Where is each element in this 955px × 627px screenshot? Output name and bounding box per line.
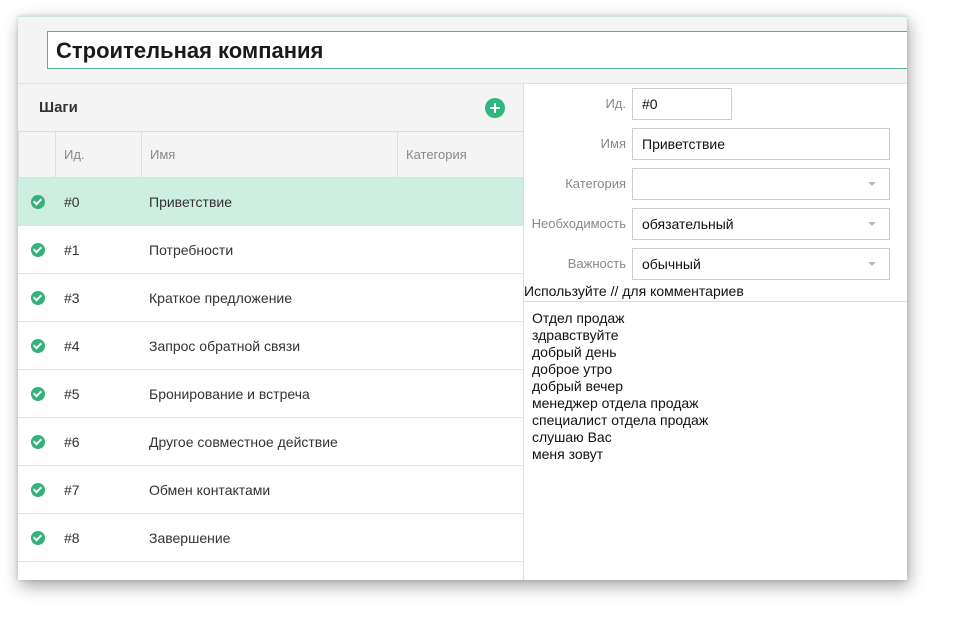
column-category[interactable]: Категория: [397, 132, 523, 178]
column-name[interactable]: Имя: [141, 132, 397, 178]
necessity-label: Необходимость: [531, 216, 626, 231]
name-field[interactable]: Приветствие: [632, 128, 890, 160]
row-id: #7: [64, 482, 80, 498]
table-row[interactable]: #7 Обмен контактами: [18, 466, 523, 514]
page-title: Строительная компания: [56, 38, 324, 63]
name-label: Имя: [600, 136, 626, 151]
table-row[interactable]: #4 Запрос обратной связи: [18, 322, 523, 370]
row-name: Потребности: [149, 242, 234, 258]
table-row[interactable]: #5 Бронирование и встреча: [18, 370, 523, 418]
phrase-line: специалист отдела продаж: [532, 412, 709, 428]
header: Строительная компания: [18, 17, 907, 84]
row-name: Завершение: [149, 530, 231, 546]
id-field[interactable]: #0: [632, 88, 732, 120]
add-step-button[interactable]: [485, 98, 505, 118]
check-circle-icon: [31, 435, 45, 449]
phrase-line: здравствуйте: [532, 327, 619, 343]
step-details-panel: Ид. #0 Имя Приветствие Категория Необход…: [524, 84, 907, 580]
row-id: #4: [64, 338, 80, 354]
app-window: Строительная компания Шаги Ид. Имя Катег…: [18, 16, 907, 580]
title-input[interactable]: Строительная компания: [47, 31, 907, 69]
row-name: Приветствие: [149, 194, 232, 210]
phrase-line: меня зовут: [532, 446, 604, 462]
phrase-line: добрый день: [532, 344, 617, 360]
necessity-select[interactable]: обязательный: [632, 208, 890, 240]
form-row-name: Имя Приветствие: [524, 128, 907, 160]
phrase-line: доброе утро: [532, 361, 613, 377]
steps-title: Шаги: [39, 99, 78, 116]
row-id: #8: [64, 530, 80, 546]
row-name: Запрос обратной связи: [149, 338, 301, 354]
steps-table-body: #0 Приветствие #1 Потребности #3 Краткое пред…: [18, 178, 523, 562]
row-name: Обмен контактами: [149, 482, 271, 498]
category-select[interactable]: [632, 168, 890, 200]
check-circle-icon: [31, 291, 45, 305]
chevron-down-icon: [868, 262, 876, 266]
form-row-id: Ид. #0: [524, 88, 907, 120]
check-circle-icon: [31, 195, 45, 209]
category-label: Категория: [565, 176, 626, 191]
form-row-necessity: Необходимость обязательный: [524, 208, 907, 240]
check-circle-icon: [31, 243, 45, 257]
steps-table-header: Ид. Имя Категория: [18, 131, 523, 178]
phrases-textarea[interactable]: Отдел продаж здравствуйте добрый день добро…: [524, 301, 907, 580]
row-name: Краткое предложение: [149, 290, 293, 306]
importance-label: Важность: [567, 256, 626, 271]
row-id: #1: [64, 242, 80, 258]
check-circle-icon: [31, 387, 45, 401]
table-row[interactable]: #1 Потребности: [18, 226, 523, 274]
id-label: Ид.: [605, 96, 626, 111]
form-row-importance: Важность обычный: [524, 248, 907, 280]
row-id: #5: [64, 386, 80, 402]
phrase-line: менеджер отдела продаж: [532, 395, 699, 411]
check-circle-icon: [31, 483, 45, 497]
check-circle-icon: [31, 531, 45, 545]
column-id[interactable]: Ид.: [55, 132, 141, 178]
form-row-category: Категория: [524, 168, 907, 200]
importance-value: обычный: [642, 256, 701, 272]
importance-select[interactable]: обычный: [632, 248, 890, 280]
chevron-down-icon: [868, 182, 876, 186]
necessity-value: обязательный: [642, 216, 734, 232]
row-id: #0: [64, 194, 80, 210]
table-row[interactable]: #6 Другое совместное действие: [18, 418, 523, 466]
check-circle-icon: [31, 339, 45, 353]
row-name: Бронирование и встреча: [149, 386, 310, 402]
row-name: Другое совместное действие: [149, 434, 338, 450]
column-status: [18, 132, 55, 178]
steps-panel-header: Шаги: [18, 84, 523, 131]
steps-panel: Шаги Ид. Имя Категория #0 Приветствие #1 По…: [18, 84, 524, 580]
phrase-line: Отдел продаж: [532, 310, 625, 326]
table-row[interactable]: #0 Приветствие: [18, 178, 523, 226]
comment-hint: Используйте // для комментариев: [524, 283, 744, 299]
phrase-line: добрый вечер: [532, 378, 623, 394]
phrase-line: слушаю Вас: [532, 429, 612, 445]
row-id: #6: [64, 434, 80, 450]
chevron-down-icon: [868, 222, 876, 226]
table-row[interactable]: #8 Завершение: [18, 514, 523, 562]
row-id: #3: [64, 290, 80, 306]
table-row[interactable]: #3 Краткое предложение: [18, 274, 523, 322]
